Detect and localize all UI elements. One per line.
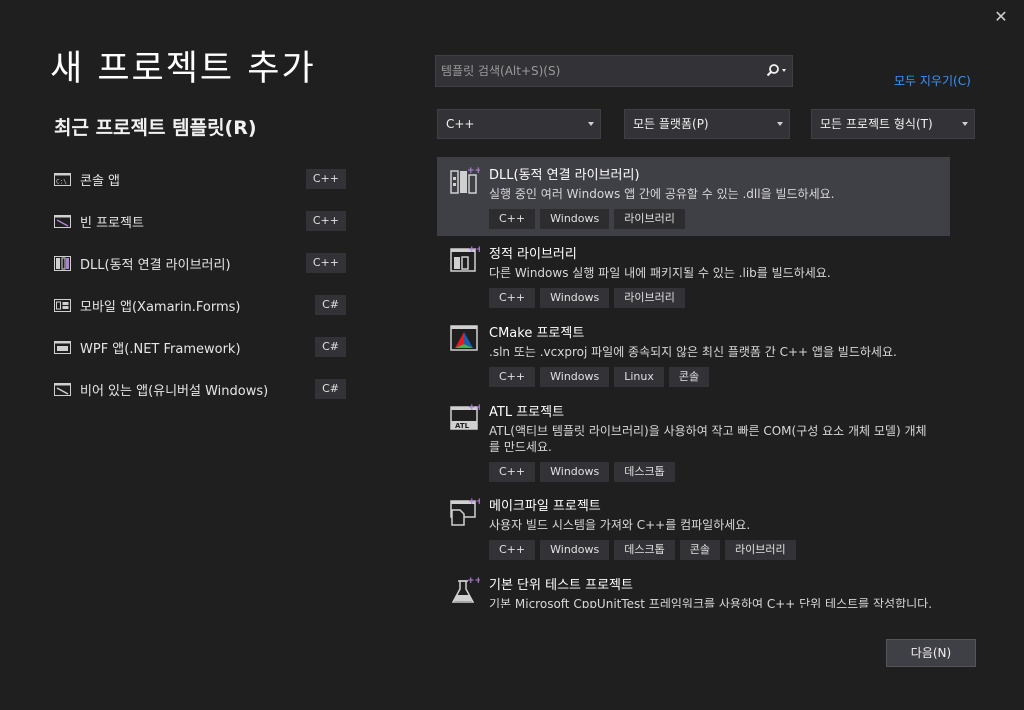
tag-badge: 콘솔 [668,367,710,387]
recent-item-console-app[interactable]: C:\ 콘솔 앱 C++ [54,158,346,200]
project-type-filter-dropdown[interactable]: 모든 프로젝트 형식(T) [811,109,975,139]
chevron-down-icon [588,122,594,126]
tag-badge: Windows [540,209,610,229]
template-tags: C++ Windows 데스크톱 콘솔 라이브러리 [489,540,950,560]
wpf-app-icon [54,340,71,354]
template-description: 사용자 빌드 시스템을 가져와 C++를 컴파일하세요. [489,518,751,532]
chevron-down-icon [962,122,968,126]
clear-all-filters-link[interactable]: 모두 지우기(C) [894,72,971,89]
project-type-filter-value: 모든 프로젝트 형식(T) [820,117,933,131]
static-library-icon: ++ [450,245,480,272]
recent-item-label: WPF 앱(.NET Framework) [80,341,241,357]
svg-text:ATL: ATL [455,422,470,430]
template-name: 정적 라이브러리 [489,247,577,262]
tag-badge: C++ [489,540,536,560]
dll-icon: ++ [450,166,480,194]
close-button[interactable]: ✕ [990,6,1012,28]
makefile-icon: ++ [450,497,480,526]
tag-badge: Linux [614,367,664,387]
template-description: ATL(액티브 템플릿 라이브러리)을 사용하여 작고 빠른 COM(구성 요소… [489,424,927,454]
atl-icon: ATL ++ [450,403,480,430]
tag-badge: C++ [489,367,536,387]
tag-badge: C++ [489,209,536,229]
recent-item-label: DLL(동적 연결 라이브러리) [80,257,231,273]
mobile-app-icon [54,298,71,312]
recent-templates-title: 최근 프로젝트 템플릿(R) [54,117,257,139]
tag-badge: C++ [489,462,536,482]
recent-item-mobile-app[interactable]: 모바일 앱(Xamarin.Forms) C# [54,284,346,326]
tag-badge: Windows [540,288,610,308]
language-badge: C++ [305,169,346,189]
tag-badge: 라이브러리 [614,209,685,229]
blank-uwp-app-icon [54,382,71,396]
language-badge: C# [315,379,346,399]
recent-item-label: 모바일 앱(Xamarin.Forms) [80,299,241,315]
svg-text:++: ++ [467,576,480,586]
template-item-cmake[interactable]: CMake 프로젝트 .sln 또는 .vcxproj 파일에 종속되지 않은 … [437,315,950,394]
recent-item-label: 비어 있는 앱(유니버설 Windows) [80,383,269,399]
cmake-icon [450,325,478,351]
tag-badge: 데스크톱 [614,462,675,482]
tag-badge: C++ [489,288,536,308]
console-app-icon: C:\ [54,172,71,186]
template-name: ATL 프로젝트 [489,405,565,420]
template-tags: C++ Windows 라이브러리 [489,209,950,229]
svg-text:++: ++ [468,497,480,507]
template-description: 기본 Microsoft CppUnitTest 프레임워크를 사용하여 C++… [489,597,933,608]
language-filter-dropdown[interactable]: C++ [437,109,601,139]
language-badge: C++ [305,211,346,231]
template-tags: C++ Windows 라이브러리 [489,288,950,308]
template-item-makefile[interactable]: ++ 메이크파일 프로젝트 사용자 빌드 시스템을 가져와 C++를 컴파일하세… [437,488,950,567]
template-tags: C++ Windows 데스크톱 [489,462,950,482]
tag-badge: Windows [540,540,610,560]
svg-text:++: ++ [468,245,480,255]
recent-item-blank-uwp-app[interactable]: 비어 있는 앱(유니버설 Windows) C# [54,368,346,410]
page-title: 새 프로젝트 추가 [50,49,316,89]
unit-test-icon: ++ [451,576,480,603]
tag-badge: Windows [540,462,610,482]
tag-badge: 데스크톱 [614,540,675,560]
svg-text:++: ++ [467,166,480,176]
platform-filter-dropdown[interactable]: 모든 플랫폼(P) [624,109,790,139]
language-badge: C# [315,337,346,357]
template-name: CMake 프로젝트 [489,326,585,341]
svg-text:C:\: C:\ [56,178,67,185]
search-icon [766,64,786,77]
template-name: 메이크파일 프로젝트 [489,499,601,514]
template-item-static-library[interactable]: ++ 정적 라이브러리 다른 Windows 실행 파일 내에 패키지될 수 있… [437,236,950,315]
recent-item-wpf-app[interactable]: WPF 앱(.NET Framework) C# [54,326,346,368]
template-list: ++ DLL(동적 연결 라이브러리) 실행 중인 여러 Windows 앱 간… [437,157,950,608]
template-name: DLL(동적 연결 라이브러리) [489,168,640,183]
template-search-box [435,55,793,87]
svg-text:++: ++ [468,403,480,413]
tag-badge: 라이브러리 [614,288,685,308]
template-tags: C++ Windows Linux 콘솔 [489,367,950,387]
template-search-input[interactable] [436,56,756,86]
next-button[interactable]: 다음(N) [886,639,976,667]
empty-project-icon [54,214,71,228]
tag-badge: 라이브러리 [724,540,796,560]
template-name: 기본 단위 테스트 프로젝트 [489,578,633,593]
recent-templates-list: C:\ 콘솔 앱 C++ 빈 프로젝트 C++ DLL(동적 연결 라이브러리)… [54,158,346,410]
dll-icon [54,255,71,271]
template-item-unit-test[interactable]: ++ 기본 단위 테스트 프로젝트 기본 Microsoft CppUnitTe… [437,567,950,608]
recent-item-label: 빈 프로젝트 [80,215,144,231]
language-badge: C++ [305,253,346,273]
recent-item-label: 콘솔 앱 [80,173,121,189]
template-description: 실행 중인 여러 Windows 앱 간에 공유할 수 있는 .dll을 빌드하… [489,187,835,201]
tag-badge: 콘솔 [679,540,720,560]
template-item-dll[interactable]: ++ DLL(동적 연결 라이브러리) 실행 중인 여러 Windows 앱 간… [437,157,950,236]
template-description: 다른 Windows 실행 파일 내에 패키지될 수 있는 .lib를 빌드하세… [489,266,831,280]
language-badge: C# [315,295,346,315]
chevron-down-icon [777,122,783,126]
recent-item-dll[interactable]: DLL(동적 연결 라이브러리) C++ [54,242,346,284]
tag-badge: Windows [540,367,610,387]
recent-item-empty-project[interactable]: 빈 프로젝트 C++ [54,200,346,242]
language-filter-value: C++ [446,117,475,131]
template-item-atl[interactable]: ATL ++ ATL 프로젝트 ATL(액티브 템플릿 라이브러리)을 사용하여… [437,394,950,488]
search-options-button[interactable] [762,60,790,82]
platform-filter-value: 모든 플랫폼(P) [633,117,709,131]
template-description: .sln 또는 .vcxproj 파일에 종속되지 않은 최신 플랫폼 간 C+… [489,345,897,359]
